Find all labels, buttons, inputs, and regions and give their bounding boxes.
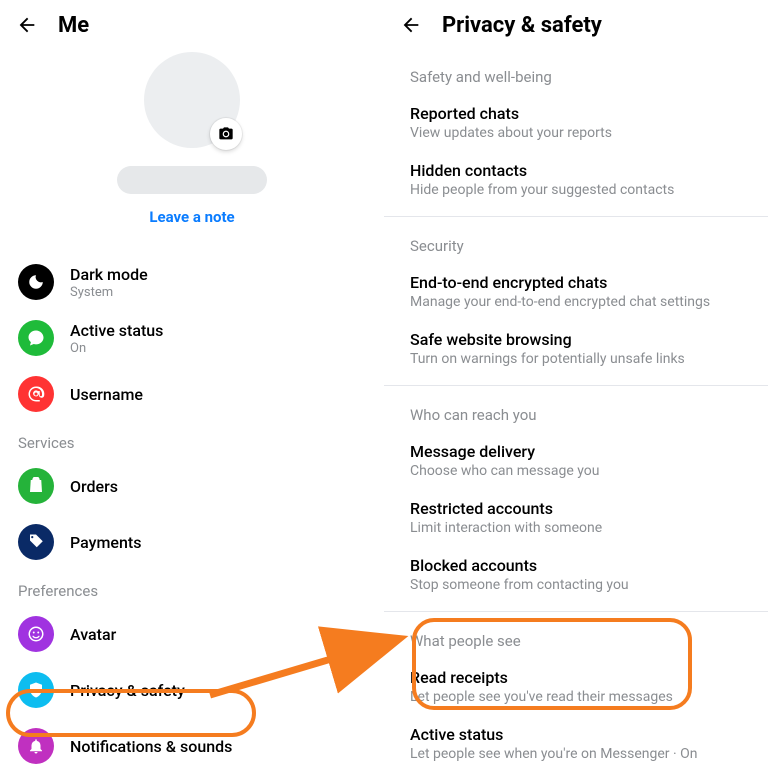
row-avatar[interactable]: Avatar — [0, 606, 384, 662]
privacy-header: Privacy & safety — [384, 0, 768, 48]
section-security: Security — [384, 217, 768, 263]
setting-desc: Let people see when you're on Messenger … — [410, 746, 742, 762]
item-restricted-accounts[interactable]: Restricted accounts Limit interaction wi… — [384, 489, 768, 546]
bell-icon — [18, 728, 54, 764]
row-title: Orders — [70, 477, 118, 496]
page-title: Privacy & safety — [442, 13, 602, 38]
tag-icon — [18, 524, 54, 560]
setting-desc: Limit interaction with someone — [410, 520, 742, 536]
setting-desc: Manage your end-to-end encrypted chat se… — [410, 294, 742, 310]
row-sub: On — [70, 341, 163, 356]
row-sub: System — [70, 285, 148, 300]
row-active-status[interactable]: Active status On — [0, 310, 384, 366]
row-title: Dark mode — [70, 265, 148, 284]
page-title: Me — [58, 13, 89, 38]
setting-title: Message delivery — [410, 442, 742, 461]
profile-block: Leave a note — [0, 48, 384, 234]
row-title: Payments — [70, 533, 141, 552]
setting-title: Read receipts — [410, 668, 742, 687]
item-hidden-contacts[interactable]: Hidden contacts Hide people from your su… — [384, 151, 768, 208]
arrow-left-icon — [16, 14, 38, 36]
setting-title: Hidden contacts — [410, 161, 742, 180]
privacy-safety-screen: Privacy & safety Safety and well-being R… — [384, 0, 768, 773]
row-privacy-safety[interactable]: Privacy & safety — [0, 662, 384, 718]
setting-title: Active status — [410, 725, 742, 744]
avatar[interactable] — [144, 52, 240, 148]
leave-note-link[interactable]: Leave a note — [149, 208, 234, 226]
item-safe-browsing[interactable]: Safe website browsing Turn on warnings f… — [384, 320, 768, 377]
section-safety: Safety and well-being — [384, 48, 768, 94]
setting-desc: Stop someone from contacting you — [410, 577, 742, 593]
me-header: Me — [0, 0, 384, 48]
back-button[interactable] — [398, 12, 424, 38]
row-payments[interactable]: Payments — [0, 514, 384, 570]
section-preferences: Preferences — [0, 570, 384, 606]
row-dark-mode[interactable]: Dark mode System — [0, 254, 384, 310]
setting-title: Restricted accounts — [410, 499, 742, 518]
item-reported-chats[interactable]: Reported chats View updates about your r… — [384, 94, 768, 151]
camera-button[interactable] — [210, 118, 242, 150]
section-what-people-see: What people see — [384, 612, 768, 658]
settings-list: Dark mode System Active status On User — [0, 234, 384, 773]
setting-desc: View updates about your reports — [410, 125, 742, 141]
item-blocked-accounts[interactable]: Blocked accounts Stop someone from conta… — [384, 546, 768, 603]
section-reach: Who can reach you — [384, 386, 768, 432]
note-placeholder[interactable] — [117, 166, 267, 194]
setting-title: Blocked accounts — [410, 556, 742, 575]
row-title: Active status — [70, 321, 163, 340]
back-button[interactable] — [14, 12, 40, 38]
item-message-delivery[interactable]: Message delivery Choose who can message … — [384, 432, 768, 489]
setting-desc: Hide people from your suggested contacts — [410, 182, 742, 198]
bag-icon — [18, 468, 54, 504]
face-icon — [18, 616, 54, 652]
arrow-left-icon — [400, 14, 422, 36]
shield-icon — [18, 672, 54, 708]
setting-desc: Turn on warnings for potentially unsafe … — [410, 351, 742, 367]
setting-desc: Let people see you've read their message… — [410, 689, 742, 705]
row-orders[interactable]: Orders — [0, 458, 384, 514]
row-username[interactable]: Username — [0, 366, 384, 422]
setting-desc: Choose who can message you — [410, 463, 742, 479]
row-title: Privacy & safety — [70, 681, 185, 700]
setting-title: Reported chats — [410, 104, 742, 123]
camera-icon — [218, 126, 234, 142]
item-read-receipts[interactable]: Read receipts Let people see you've read… — [384, 658, 768, 715]
at-sign-icon — [18, 376, 54, 412]
chat-bubble-icon — [18, 320, 54, 356]
item-e2e-chats[interactable]: End-to-end encrypted chats Manage your e… — [384, 263, 768, 320]
row-title: Notifications & sounds — [70, 737, 232, 756]
row-title: Username — [70, 385, 143, 404]
row-title: Avatar — [70, 625, 116, 644]
row-notifications[interactable]: Notifications & sounds — [0, 718, 384, 773]
item-active-status[interactable]: Active status Let people see when you're… — [384, 715, 768, 772]
me-screen: Me Leave a note Dark mode System — [0, 0, 384, 773]
section-services: Services — [0, 422, 384, 458]
setting-title: End-to-end encrypted chats — [410, 273, 742, 292]
moon-icon — [18, 264, 54, 300]
setting-title: Safe website browsing — [410, 330, 742, 349]
